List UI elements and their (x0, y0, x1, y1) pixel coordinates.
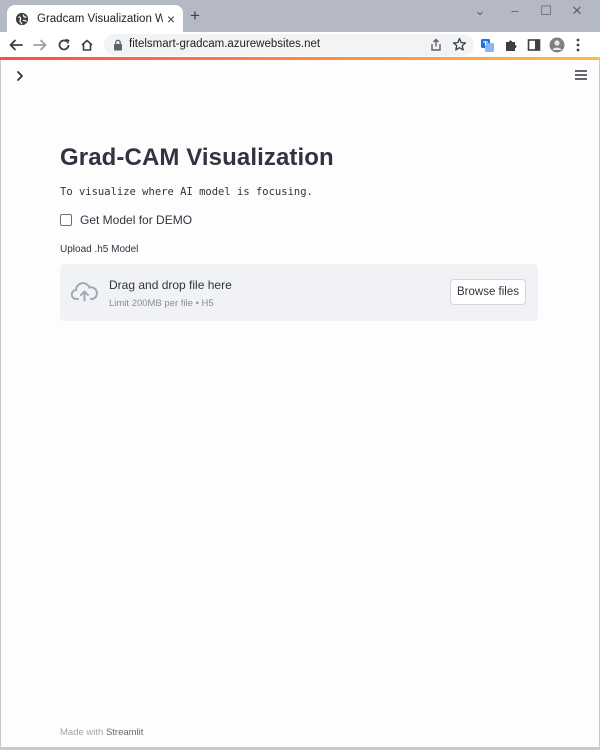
reload-icon[interactable] (55, 36, 73, 54)
chevron-right-icon[interactable] (13, 69, 27, 83)
url-text[interactable]: fitelsmart-gradcam.azurewebsites.net (129, 38, 320, 50)
file-dropzone[interactable]: Drag and drop file here Limit 200MB per … (60, 264, 538, 321)
uploader-label: Upload .h5 Model (60, 244, 139, 255)
browser-tab[interactable]: Gradcam Visualization WebApp × (7, 5, 183, 32)
footer-prefix: Made with (60, 727, 106, 738)
cloud-upload-icon (71, 282, 98, 302)
tab-title: Gradcam Visualization WebApp (37, 12, 163, 25)
dropzone-instructions: Drag and drop file here (109, 278, 232, 292)
demo-model-checkbox[interactable] (60, 214, 72, 226)
back-arrow-icon[interactable] (7, 36, 25, 54)
home-icon[interactable] (78, 36, 96, 54)
puzzle-icon[interactable] (502, 36, 520, 54)
browse-files-button[interactable]: Browse files (450, 279, 526, 305)
chevron-down-icon[interactable]: ⌄ (469, 3, 491, 19)
kebab-menu-icon[interactable] (569, 36, 587, 54)
browser-toolbar: fitelsmart-gradcam.azurewebsites.net (0, 32, 600, 58)
app-content: Grad-CAM Visualization To visualize wher… (0, 60, 600, 750)
page-title: Grad-CAM Visualization (60, 144, 334, 171)
maximize-icon[interactable]: ☐ (535, 3, 557, 19)
checkbox-label[interactable]: Get Model for DEMO (80, 213, 192, 227)
share-icon[interactable] (429, 38, 443, 52)
translate-extension-icon[interactable] (478, 36, 496, 54)
address-bar[interactable]: fitelsmart-gradcam.azurewebsites.net (104, 34, 474, 56)
star-icon[interactable] (452, 37, 467, 52)
side-panel-icon[interactable] (525, 36, 543, 54)
footer: Made with Streamlit (60, 727, 143, 738)
plus-icon[interactable]: + (187, 7, 203, 24)
description-text: To visualize where AI model is focusing. (60, 186, 313, 198)
tab-strip: Gradcam Visualization WebApp × + ⌄ – ☐ ✕ (0, 0, 600, 32)
hamburger-menu-icon[interactable] (574, 69, 588, 81)
lock-icon[interactable] (113, 39, 123, 51)
dropzone-limit-text: Limit 200MB per file • H5 (109, 298, 214, 309)
globe-favicon-icon (15, 12, 29, 25)
forward-arrow-icon[interactable] (31, 36, 49, 54)
demo-model-checkbox-row[interactable]: Get Model for DEMO (60, 213, 192, 227)
window-close-icon[interactable]: ✕ (566, 3, 588, 19)
close-icon[interactable]: × (167, 12, 175, 26)
minimize-icon[interactable]: – (504, 3, 526, 19)
streamlit-link[interactable]: Streamlit (106, 727, 143, 738)
profile-avatar-icon[interactable] (548, 36, 566, 54)
